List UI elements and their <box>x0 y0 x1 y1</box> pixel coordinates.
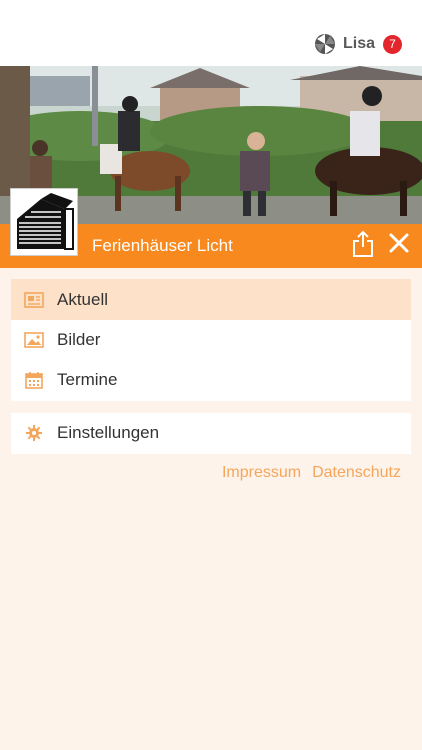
main-menu: Aktuell Bilder Termine <box>11 279 411 401</box>
menu-item-einstellungen[interactable]: Einstellungen <box>11 413 411 453</box>
close-icon[interactable] <box>388 232 410 254</box>
house-logo-icon <box>17 193 74 250</box>
footer-links: Impressum Datenschutz <box>222 464 401 482</box>
datenschutz-link[interactable]: Datenschutz <box>312 464 401 482</box>
image-icon <box>24 331 44 349</box>
menu-item-bilder[interactable]: Bilder <box>11 320 411 360</box>
share-icon[interactable] <box>351 230 375 258</box>
calendar-icon <box>24 371 44 389</box>
app-title: Ferienhäuser Licht <box>92 236 233 255</box>
menu-item-label: Termine <box>57 370 118 389</box>
menu-item-label: Aktuell <box>57 289 109 309</box>
settings-menu: Einstellungen <box>11 413 411 454</box>
app-logo-icon <box>314 34 335 54</box>
menu-item-label: Einstellungen <box>57 423 160 442</box>
menu-item-label: Bilder <box>57 330 101 349</box>
menu-item-termine[interactable]: Termine <box>11 360 411 400</box>
user-account[interactable]: Lisa 7 <box>314 33 402 55</box>
newspaper-icon <box>24 291 44 309</box>
menu-item-aktuell[interactable]: Aktuell <box>11 279 411 320</box>
top-bar: Lisa 7 <box>0 0 422 66</box>
brand-logo <box>10 188 78 256</box>
notification-badge[interactable]: 7 <box>383 34 402 54</box>
impressum-link[interactable]: Impressum <box>222 464 301 482</box>
user-name: Lisa <box>342 35 375 52</box>
gear-icon <box>24 424 44 442</box>
